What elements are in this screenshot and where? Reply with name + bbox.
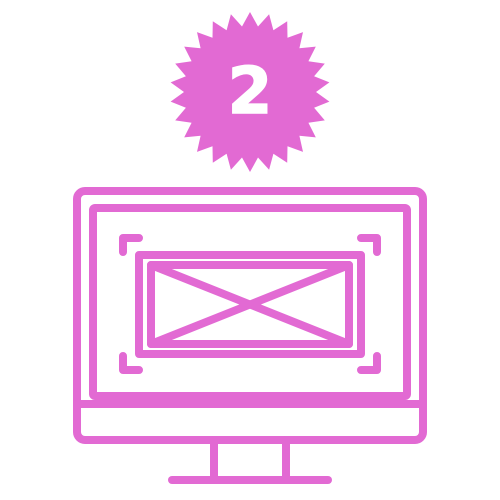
monitor-with-badge-illustration: 2 bbox=[73, 12, 427, 484]
image-placeholder-icon bbox=[135, 251, 365, 358]
badge-number: 2 bbox=[228, 55, 273, 129]
corner-top-right bbox=[357, 234, 381, 256]
badge: 2 bbox=[170, 12, 330, 172]
corner-bottom-left bbox=[119, 352, 143, 374]
icon-canvas: 2 bbox=[0, 0, 500, 500]
corner-top-left bbox=[119, 234, 143, 256]
corner-bottom-right bbox=[357, 352, 381, 374]
